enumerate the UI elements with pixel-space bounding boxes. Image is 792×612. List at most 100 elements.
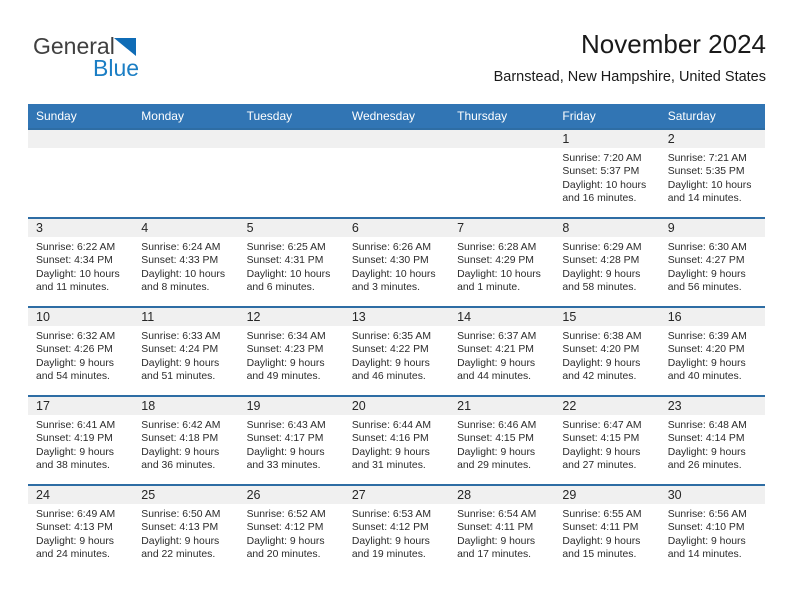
day-details: Sunrise: 6:46 AM Sunset: 4:15 PM Daylight:… xyxy=(449,415,554,473)
sunrise-text: Sunrise: 6:32 AM xyxy=(36,331,116,342)
calendar-day-cell[interactable]: 7 Sunrise: 6:28 AM Sunset: 4:29 PM Daylight… xyxy=(449,217,555,307)
general-blue-logo[interactable]: General Blue xyxy=(33,33,263,93)
daylight-text: Daylight: 9 hours and 44 minutes. xyxy=(457,357,536,383)
day-number: 24 xyxy=(28,486,134,504)
sunrise-text: Sunrise: 6:22 AM xyxy=(36,242,116,253)
sunset-text: Sunset: 4:16 PM xyxy=(351,433,429,445)
day-details: Sunrise: 6:22 AM Sunset: 4:34 PM Daylight:… xyxy=(28,237,133,295)
sunset-text: Sunset: 4:13 PM xyxy=(141,522,219,534)
daylight-text: Daylight: 9 hours and 38 minutes. xyxy=(36,446,114,472)
calendar-day-cell[interactable]: 10 Sunrise: 6:32 AM Sunset: 4:26 PM Dayligh… xyxy=(28,306,134,396)
day-number: 22 xyxy=(554,397,660,415)
sunrise-text: Sunrise: 6:52 AM xyxy=(246,509,326,520)
sunset-text: Sunset: 4:14 PM xyxy=(667,433,745,445)
calendar-day-cell[interactable]: 28 Sunrise: 6:54 AM Sunset: 4:11 PM Dayligh… xyxy=(449,484,555,574)
calendar-day-cell[interactable]: 24 Sunrise: 6:49 AM Sunset: 4:13 PM Dayligh… xyxy=(28,484,134,574)
calendar-cell-empty xyxy=(133,128,239,218)
sunrise-text: Sunrise: 6:33 AM xyxy=(141,331,221,342)
day-number: 25 xyxy=(133,486,239,504)
calendar-day-cell[interactable]: 30 Sunrise: 6:56 AM Sunset: 4:10 PM Dayligh… xyxy=(659,484,765,574)
calendar-day-cell[interactable]: 25 Sunrise: 6:50 AM Sunset: 4:13 PM Dayligh… xyxy=(133,484,239,574)
daylight-text: Daylight: 10 hours and 11 minutes. xyxy=(36,268,120,294)
calendar-day-cell[interactable]: 4 Sunrise: 6:24 AM Sunset: 4:33 PM Daylight… xyxy=(133,217,239,307)
weekday-header-tuesday: Tuesday xyxy=(238,104,344,129)
day-number: 13 xyxy=(343,308,450,326)
calendar-day-cell[interactable]: 29 Sunrise: 6:55 AM Sunset: 4:11 PM Dayligh… xyxy=(554,484,660,574)
sunrise-text: Sunrise: 7:20 AM xyxy=(562,153,642,164)
calendar-day-cell[interactable]: 8 Sunrise: 6:29 AM Sunset: 4:28 PM Daylight… xyxy=(554,217,660,307)
daylight-text: Daylight: 9 hours and 33 minutes. xyxy=(246,446,325,472)
day-number xyxy=(238,130,344,148)
calendar-day-cell[interactable]: 11 Sunrise: 6:33 AM Sunset: 4:24 PM Dayligh… xyxy=(133,306,239,396)
calendar-day-cell[interactable]: 9 Sunrise: 6:30 AM Sunset: 4:27 PM Daylight… xyxy=(659,217,765,307)
daylight-text: Daylight: 10 hours and 16 minutes. xyxy=(562,179,647,205)
calendar-day-cell[interactable]: 16 Sunrise: 6:39 AM Sunset: 4:20 PM Dayligh… xyxy=(659,306,765,396)
sunset-text: Sunset: 4:10 PM xyxy=(667,522,745,534)
sunrise-text: Sunrise: 6:30 AM xyxy=(667,242,747,253)
sunset-text: Sunset: 5:35 PM xyxy=(667,166,745,178)
day-details: Sunrise: 6:39 AM Sunset: 4:20 PM Daylight:… xyxy=(660,326,765,384)
sunset-text: Sunset: 4:19 PM xyxy=(36,433,113,445)
calendar-day-cell[interactable]: 21 Sunrise: 6:46 AM Sunset: 4:15 PM Dayligh… xyxy=(449,395,555,485)
day-details: Sunrise: 6:29 AM Sunset: 4:28 PM Daylight:… xyxy=(554,237,659,295)
calendar-day-cell[interactable]: 1 Sunrise: 7:20 AM Sunset: 5:37 PM Daylight… xyxy=(554,128,660,218)
calendar-day-cell[interactable]: 19 Sunrise: 6:43 AM Sunset: 4:17 PM Dayligh… xyxy=(238,395,344,485)
calendar-cell-empty xyxy=(28,128,134,218)
day-number: 21 xyxy=(449,397,555,415)
sunrise-text: Sunrise: 6:38 AM xyxy=(562,331,642,342)
sunrise-text: Sunrise: 6:42 AM xyxy=(141,420,221,431)
calendar-day-cell[interactable]: 27 Sunrise: 6:53 AM Sunset: 4:12 PM Dayligh… xyxy=(343,484,450,574)
sunrise-text: Sunrise: 6:55 AM xyxy=(562,509,642,520)
calendar-day-cell[interactable]: 5 Sunrise: 6:25 AM Sunset: 4:31 PM Daylight… xyxy=(238,217,344,307)
calendar-day-cell[interactable]: 6 Sunrise: 6:26 AM Sunset: 4:30 PM Daylight… xyxy=(343,217,450,307)
day-details: Sunrise: 7:21 AM Sunset: 5:35 PM Daylight:… xyxy=(660,148,765,206)
day-details: Sunrise: 6:54 AM Sunset: 4:11 PM Daylight:… xyxy=(449,504,554,562)
calendar-day-cell[interactable]: 12 Sunrise: 6:34 AM Sunset: 4:23 PM Dayligh… xyxy=(238,306,344,396)
sunset-text: Sunset: 5:37 PM xyxy=(562,166,640,178)
sunset-text: Sunset: 4:28 PM xyxy=(562,255,640,267)
calendar-day-cell[interactable]: 14 Sunrise: 6:37 AM Sunset: 4:21 PM Dayligh… xyxy=(449,306,555,396)
daylight-text: Daylight: 9 hours and 56 minutes. xyxy=(667,268,746,294)
sunrise-text: Sunrise: 6:24 AM xyxy=(141,242,221,253)
day-number: 20 xyxy=(343,397,450,415)
sunrise-text: Sunrise: 6:34 AM xyxy=(246,331,326,342)
day-details: Sunrise: 6:38 AM Sunset: 4:20 PM Daylight:… xyxy=(554,326,659,384)
sunset-text: Sunset: 4:31 PM xyxy=(246,255,324,267)
daylight-text: Daylight: 9 hours and 26 minutes. xyxy=(667,446,746,472)
calendar-week-row: 3 Sunrise: 6:22 AM Sunset: 4:34 PM Daylight… xyxy=(28,217,765,307)
daylight-text: Daylight: 9 hours and 36 minutes. xyxy=(141,446,220,472)
daylight-text: Daylight: 9 hours and 15 minutes. xyxy=(562,535,641,561)
calendar-day-cell[interactable]: 17 Sunrise: 6:41 AM Sunset: 4:19 PM Dayligh… xyxy=(28,395,134,485)
sunrise-text: Sunrise: 6:46 AM xyxy=(457,420,537,431)
daylight-text: Daylight: 9 hours and 49 minutes. xyxy=(246,357,325,383)
daylight-text: Daylight: 9 hours and 24 minutes. xyxy=(36,535,114,561)
sunset-text: Sunset: 4:26 PM xyxy=(36,344,113,356)
daylight-text: Daylight: 9 hours and 27 minutes. xyxy=(562,446,641,472)
calendar-day-cell[interactable]: 26 Sunrise: 6:52 AM Sunset: 4:12 PM Dayligh… xyxy=(238,484,344,574)
sunrise-text: Sunrise: 6:50 AM xyxy=(141,509,221,520)
day-number: 29 xyxy=(554,486,660,504)
calendar-day-cell[interactable]: 23 Sunrise: 6:48 AM Sunset: 4:14 PM Dayligh… xyxy=(659,395,765,485)
daylight-text: Daylight: 9 hours and 46 minutes. xyxy=(351,357,430,383)
calendar-day-cell[interactable]: 3 Sunrise: 6:22 AM Sunset: 4:34 PM Daylight… xyxy=(28,217,134,307)
calendar-day-cell[interactable]: 13 Sunrise: 6:35 AM Sunset: 4:22 PM Dayligh… xyxy=(343,306,450,396)
sunset-text: Sunset: 4:13 PM xyxy=(36,522,113,534)
sunset-text: Sunset: 4:34 PM xyxy=(36,255,113,267)
day-number: 16 xyxy=(659,308,765,326)
day-number: 5 xyxy=(238,219,344,237)
weekday-header-monday: Monday xyxy=(133,104,239,129)
sunrise-text: Sunrise: 6:25 AM xyxy=(246,242,326,253)
calendar-day-cell[interactable]: 18 Sunrise: 6:42 AM Sunset: 4:18 PM Dayligh… xyxy=(133,395,239,485)
sunset-text: Sunset: 4:11 PM xyxy=(457,522,534,534)
day-details: Sunrise: 6:32 AM Sunset: 4:26 PM Daylight:… xyxy=(28,326,133,384)
sunset-text: Sunset: 4:11 PM xyxy=(562,522,639,534)
calendar-day-cell[interactable]: 20 Sunrise: 6:44 AM Sunset: 4:16 PM Dayligh… xyxy=(343,395,450,485)
calendar-day-cell[interactable]: 15 Sunrise: 6:38 AM Sunset: 4:20 PM Dayligh… xyxy=(554,306,660,396)
calendar-day-cell[interactable]: 2 Sunrise: 7:21 AM Sunset: 5:35 PM Daylight… xyxy=(659,128,765,218)
day-details: Sunrise: 6:28 AM Sunset: 4:29 PM Daylight:… xyxy=(449,237,554,295)
sunset-text: Sunset: 4:24 PM xyxy=(141,344,219,356)
day-number xyxy=(28,130,134,148)
page-header: General Blue November 2024 Barnstead, Ne… xyxy=(28,28,766,100)
calendar-day-cell[interactable]: 22 Sunrise: 6:47 AM Sunset: 4:15 PM Dayligh… xyxy=(554,395,660,485)
day-details: Sunrise: 6:52 AM Sunset: 4:12 PM Daylight:… xyxy=(239,504,344,562)
